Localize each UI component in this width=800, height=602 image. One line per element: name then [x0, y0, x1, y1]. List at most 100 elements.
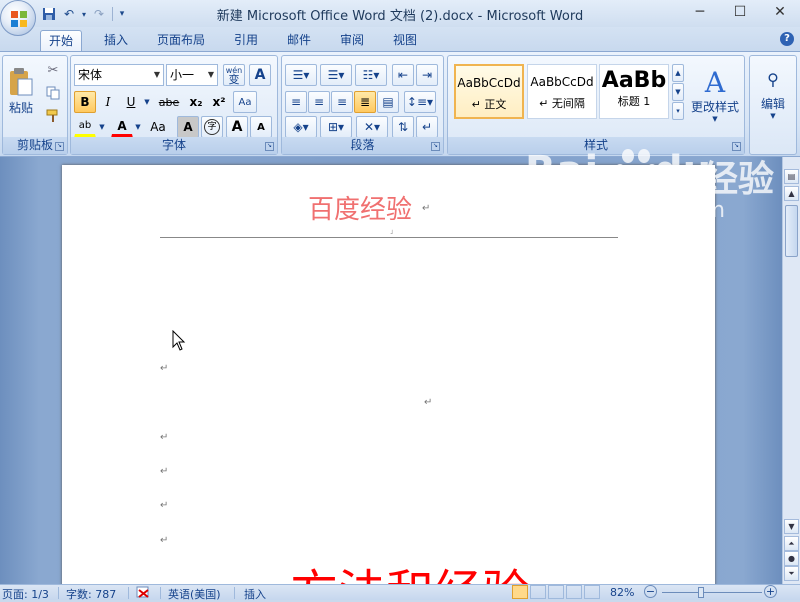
italic-button[interactable]: I: [97, 91, 119, 113]
zoom-out-button[interactable]: −: [644, 585, 657, 598]
bold-button[interactable]: B: [74, 91, 96, 113]
scroll-down-button[interactable]: ▼: [784, 519, 799, 534]
numbering-button[interactable]: ☰▾: [320, 64, 352, 86]
change-styles-button[interactable]: A 更改样式 ▼: [688, 60, 742, 130]
copy-button[interactable]: [43, 83, 63, 103]
sort-button[interactable]: ⇅: [392, 116, 414, 138]
font-size-combo[interactable]: 小一 ▼: [166, 64, 218, 86]
change-case-button[interactable]: Aa: [145, 116, 171, 138]
zoom-level[interactable]: 82%: [610, 586, 634, 599]
body-heading[interactable]: 方法和经验: [290, 553, 530, 584]
scroll-thumb[interactable]: [785, 205, 798, 257]
underline-dropdown[interactable]: ▼: [142, 91, 152, 113]
clipboard-dialog-launcher[interactable]: ↘: [55, 142, 64, 151]
header-text[interactable]: 百度经验: [308, 189, 412, 226]
styles-scroll-down[interactable]: ▼: [672, 83, 684, 101]
help-button[interactable]: ?: [780, 32, 794, 46]
select-browse-object-button[interactable]: ●: [784, 551, 799, 566]
tab-insert[interactable]: 插入: [96, 30, 136, 51]
grow-font-button[interactable]: A: [226, 116, 248, 138]
multilevel-list-button[interactable]: ☷▾: [355, 64, 387, 86]
increase-indent-button[interactable]: ⇥: [416, 64, 438, 86]
asian-layout-button[interactable]: ✕▾: [356, 116, 388, 138]
font-dialog-launcher[interactable]: ↘: [265, 142, 274, 151]
justify-button[interactable]: ≣: [354, 91, 376, 113]
change-styles-icon: A: [704, 65, 726, 99]
vertical-scrollbar[interactable]: ▤ ▲ ▼ ⏶ ● ⏷: [782, 157, 800, 584]
text-highlight-button[interactable]: ab: [74, 116, 96, 138]
scroll-up-button[interactable]: ▲: [784, 186, 799, 201]
sort-icon: ⇅: [397, 120, 409, 134]
font-color-button[interactable]: A: [111, 116, 133, 138]
scissors-icon: ✂: [47, 62, 59, 78]
maximize-button[interactable]: ☐: [720, 0, 760, 24]
style-heading-1[interactable]: AaBb 标题 1: [599, 64, 669, 119]
underline-button[interactable]: U: [120, 91, 142, 113]
tab-view[interactable]: 视图: [385, 30, 425, 51]
minimize-button[interactable]: ─: [680, 0, 720, 24]
bullets-button[interactable]: ☰▾: [285, 64, 317, 86]
cut-button[interactable]: ✂: [43, 60, 63, 80]
chevron-down-icon: ▼: [207, 70, 215, 79]
align-left-button[interactable]: ≡: [285, 91, 307, 113]
office-button[interactable]: [0, 0, 36, 36]
zoom-slider[interactable]: [662, 592, 762, 593]
character-shading-button[interactable]: A: [177, 116, 199, 138]
tab-review[interactable]: 审阅: [332, 30, 372, 51]
styles-scroll-up[interactable]: ▲: [672, 64, 684, 82]
editing-button[interactable]: ⚲ 编辑 ▼: [752, 60, 794, 130]
decrease-indent-button[interactable]: ⇤: [392, 64, 414, 86]
watermark-url: jingyan.baidu.com: [522, 198, 726, 223]
next-page-button[interactable]: ⏷: [784, 566, 799, 581]
line-spacing-button[interactable]: ↕≡▾: [404, 91, 436, 113]
zoom-slider-thumb[interactable]: [698, 587, 704, 598]
decrease-indent-icon: ⇤: [397, 68, 409, 82]
phonetic-guide-char: 变: [228, 73, 240, 86]
align-left-icon: ≡: [290, 95, 302, 109]
zoom-in-button[interactable]: +: [764, 585, 777, 598]
style-name: ↵ 无间隔: [539, 97, 585, 110]
style-no-spacing[interactable]: AaBbCcDd ↵ 无间隔: [527, 64, 597, 119]
draft-view-button[interactable]: [584, 585, 600, 599]
font-name-combo[interactable]: 宋体 ▼: [74, 64, 164, 86]
highlight-dropdown[interactable]: ▼: [97, 116, 107, 138]
tab-mailings[interactable]: 邮件: [279, 30, 319, 51]
paragraph-mark-icon: ↵: [421, 120, 433, 134]
styles-more[interactable]: ▾: [672, 102, 684, 120]
shrink-font-button[interactable]: A: [250, 116, 272, 138]
align-right-button[interactable]: ≡: [331, 91, 353, 113]
print-layout-view-button[interactable]: [512, 585, 528, 599]
format-painter-button[interactable]: [43, 106, 63, 126]
editing-group: ⚲ 编辑 ▼: [749, 55, 797, 155]
shading-button[interactable]: ◈▾: [285, 116, 317, 138]
align-center-icon: ≡: [313, 95, 325, 109]
paragraph-group: ☰▾ ☰▾ ☷▾ ⇤ ⇥ ≡ ≡ ≡ ≣ ▤ ↕≡▾ ◈▾ ⊞▾ ✕▾ ⇅ ↵ …: [281, 55, 444, 155]
superscript-button[interactable]: x²: [208, 91, 230, 113]
close-button[interactable]: ✕: [760, 0, 800, 24]
show-hide-marks-button[interactable]: ↵: [416, 116, 438, 138]
borders-button[interactable]: ⊞▾: [320, 116, 352, 138]
full-screen-reading-button[interactable]: [530, 585, 546, 599]
clear-formatting-button[interactable]: Aa: [233, 91, 257, 113]
enclose-characters-button[interactable]: 字: [201, 116, 223, 138]
paste-button[interactable]: 粘贴: [6, 60, 36, 122]
phonetic-guide-button[interactable]: wén 变: [223, 64, 245, 86]
subscript-button[interactable]: x₂: [185, 91, 207, 113]
character-border-button[interactable]: A: [249, 64, 271, 86]
web-layout-button[interactable]: [548, 585, 564, 599]
style-normal[interactable]: AaBbCcDd ↵ 正文: [454, 64, 524, 119]
chevron-down-icon: ▼: [153, 70, 161, 79]
tab-page-layout[interactable]: 页面布局: [149, 30, 213, 51]
font-color-dropdown[interactable]: ▼: [133, 116, 143, 138]
outline-view-button[interactable]: [566, 585, 582, 599]
center-button[interactable]: ≡: [308, 91, 330, 113]
tab-home[interactable]: 开始: [40, 30, 83, 51]
ruler-toggle-button[interactable]: ▤: [784, 169, 799, 184]
paragraph-dialog-launcher[interactable]: ↘: [431, 142, 440, 151]
distributed-button[interactable]: ▤: [377, 91, 399, 113]
tab-references[interactable]: 引用: [226, 30, 266, 51]
watermark-cn: 经验: [702, 159, 775, 200]
font-size-value: 小一: [170, 68, 195, 82]
strikethrough-button[interactable]: abe: [155, 91, 183, 113]
previous-page-button[interactable]: ⏶: [784, 536, 799, 551]
